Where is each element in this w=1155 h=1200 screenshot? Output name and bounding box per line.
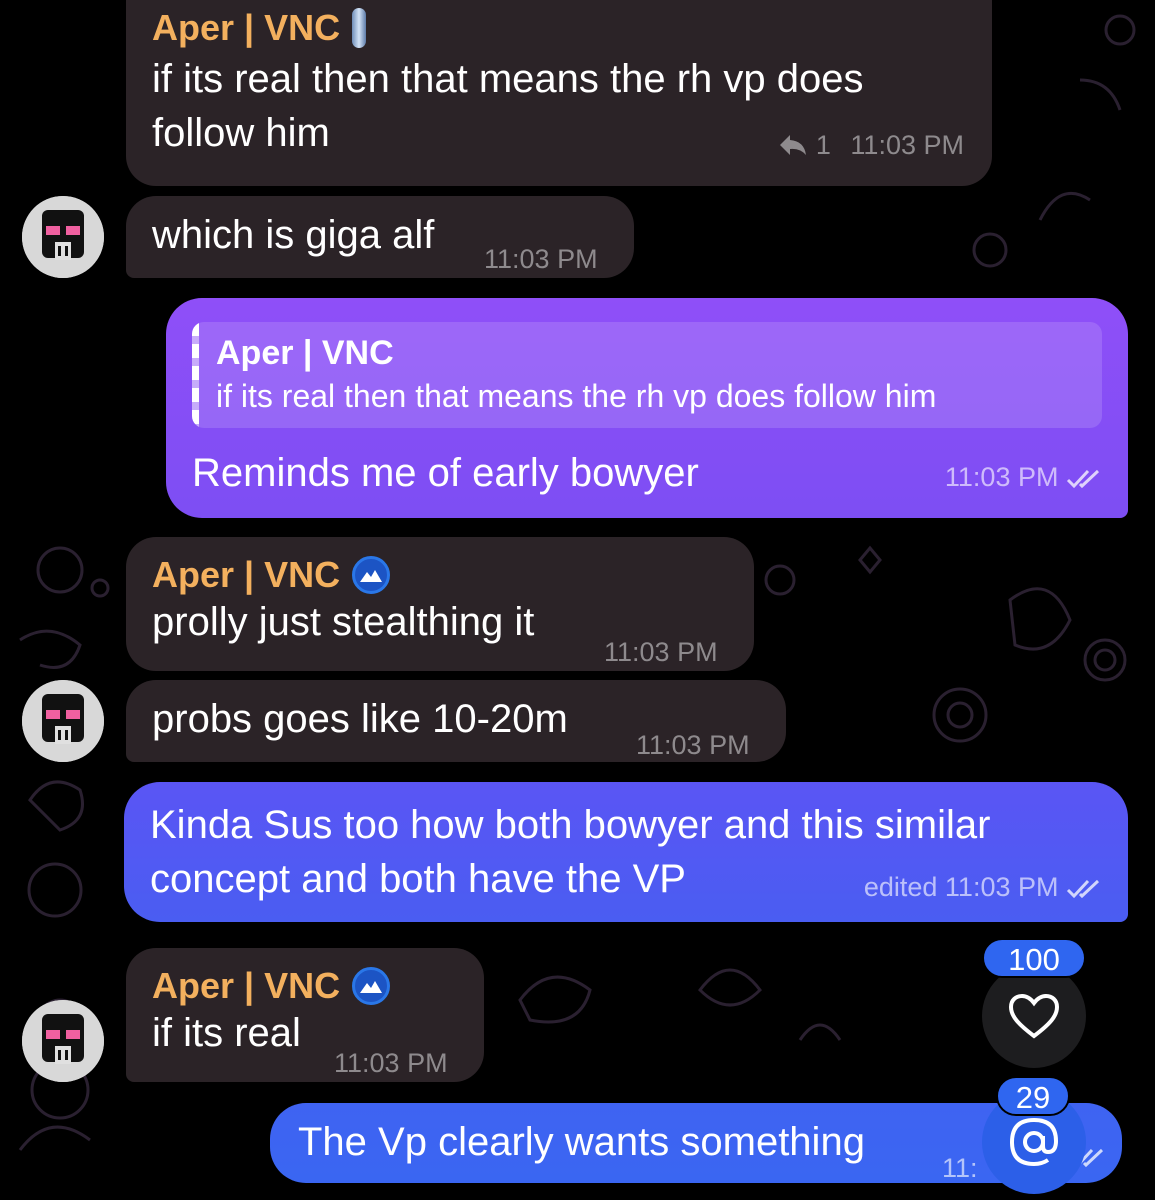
reply-arrow-icon: [780, 135, 807, 155]
sender-name[interactable]: Aper | VNC: [152, 555, 728, 595]
reactions-count-badge: 100: [982, 938, 1086, 978]
quote-author: Aper | VNC: [216, 334, 394, 372]
message-time: 11:03 PM: [334, 1048, 448, 1078]
pixel-skull-avatar-icon: [22, 196, 104, 278]
message-text: which is giga alf: [152, 213, 435, 257]
mountain-badge-icon: [352, 556, 391, 594]
message-text: prolly just stealthing it: [152, 600, 535, 644]
avatar[interactable]: [22, 680, 104, 762]
mentions-count-badge: 29: [996, 1076, 1070, 1116]
pixel-skull-avatar-icon: [22, 1000, 104, 1082]
message-time: 11:: [942, 1153, 978, 1183]
at-icon: [1009, 1117, 1059, 1167]
message-time: 11:03 PM: [604, 637, 718, 667]
message-time: 11:03 PM: [484, 244, 598, 274]
message-time: edited 11:03 PM: [863, 872, 1059, 902]
message-meta: 11:03 PM: [945, 450, 1102, 504]
message-text: Reminds me of early bowyer: [192, 451, 699, 495]
message-bubble-incoming[interactable]: which is giga alf 11:03 PM: [126, 196, 634, 278]
read-checkmarks-icon: [1066, 469, 1100, 489]
avatar[interactable]: [22, 196, 104, 278]
sender-name[interactable]: Aper | VNC: [152, 966, 458, 1006]
message-bubble-incoming[interactable]: Aper | VNC if its real then that means t…: [126, 0, 992, 186]
message-time: 11:03 PM: [636, 730, 750, 760]
message-time: 11:03 PM: [944, 462, 1059, 492]
mountain-icon: [360, 570, 383, 582]
sender-name[interactable]: Aper | VNC: [152, 8, 966, 48]
mountain-badge-icon: [352, 967, 391, 1005]
message-bubble-incoming[interactable]: probs goes like 10-20m 11:03 PM: [126, 680, 786, 762]
reply-count[interactable]: 1: [816, 130, 831, 160]
message-text: probs goes like 10-20m: [152, 697, 568, 741]
message-bubble-incoming[interactable]: Aper | VNC if its real 11:03 PM: [126, 948, 484, 1082]
message-text: The Vp clearly wants something: [298, 1120, 865, 1164]
coin-badge-icon: [352, 8, 367, 48]
message-bubble-incoming[interactable]: Aper | VNC prolly just stealthing it 11:…: [126, 537, 754, 671]
mountain-icon: [360, 981, 383, 993]
message-time: 11:03 PM: [850, 130, 964, 160]
pixel-skull-avatar-icon: [22, 680, 104, 762]
quote-text: if its real then that means the rh vp do…: [216, 378, 937, 414]
message-bubble-outgoing[interactable]: Aper | VNC if its real then that means t…: [166, 298, 1128, 518]
message-meta: 1 11:03 PM: [778, 118, 964, 172]
message-bubble-outgoing[interactable]: Kinda Sus too how both bowyer and this s…: [124, 782, 1128, 922]
message-text: if its real: [152, 1011, 301, 1055]
message-text: Kinda Sus too how both bowyer and this s…: [150, 803, 991, 847]
avatar[interactable]: [22, 1000, 104, 1082]
message-text: if its real then that means the rh vp do…: [152, 57, 864, 101]
reply-quote[interactable]: Aper | VNC if its real then that means t…: [192, 322, 1102, 428]
heart-icon: [1008, 993, 1060, 1039]
message-meta: edited 11:03 PM: [864, 860, 1102, 914]
read-checkmarks-icon: [1066, 879, 1100, 899]
